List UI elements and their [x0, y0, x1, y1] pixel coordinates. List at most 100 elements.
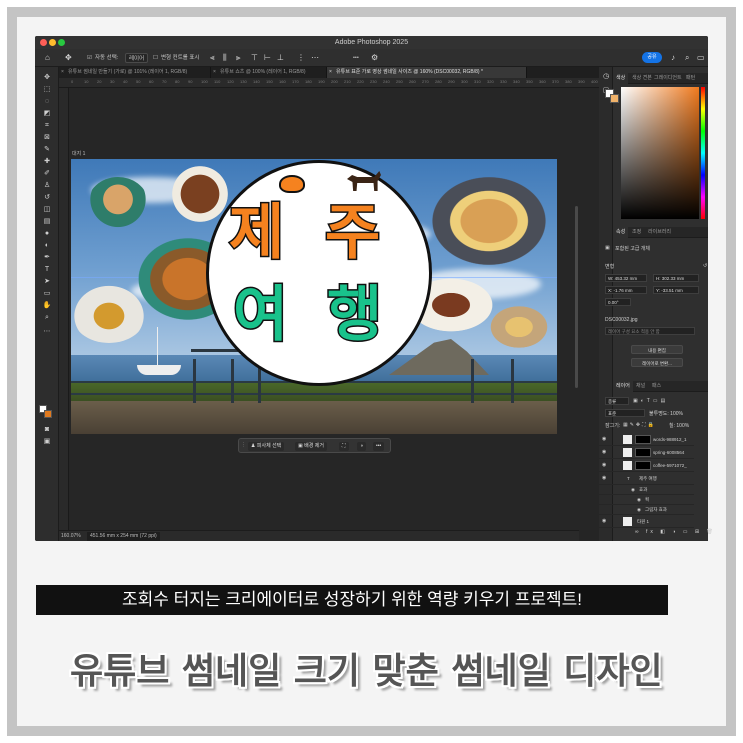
shape-tool-icon[interactable]: ▭	[41, 289, 53, 298]
settings-gear-icon[interactable]: ⚙	[371, 53, 378, 63]
tab-patterns[interactable]: 패턴	[683, 73, 698, 84]
tab-properties[interactable]: 속성	[613, 227, 629, 238]
transform-icon[interactable]: ⛶	[339, 442, 349, 451]
stroke-eye-icon[interactable]: ◉	[637, 495, 641, 505]
gradient-tool-icon[interactable]: ▤	[41, 217, 53, 226]
vertical-scrollbar[interactable]	[575, 206, 578, 388]
select-subject-button[interactable]: ♟ 피사체 선택	[248, 442, 285, 451]
history-brush-tool-icon[interactable]: ↺	[41, 193, 53, 202]
distribute-icon[interactable]: ⋮	[297, 53, 305, 63]
transform-controls-checkbox[interactable]: ☐	[153, 53, 158, 63]
visibility-eye-icon[interactable]: ◉	[602, 518, 608, 524]
tab-color[interactable]: 색상	[613, 73, 629, 84]
shadow-eye-icon[interactable]: ◉	[637, 505, 641, 515]
layer-filter-dropdown[interactable]: 종류	[605, 397, 629, 405]
lasso-tool-icon[interactable]: ◌	[41, 97, 53, 106]
y-field[interactable]: Y: -33.51 mm	[653, 286, 699, 294]
tab-channels[interactable]: 채널	[633, 381, 648, 392]
visibility-eye-icon[interactable]: ◉	[602, 436, 608, 442]
align-bottom-icon[interactable]: ⊥	[277, 53, 284, 63]
effect-row-shadow[interactable]: ◉ 그림자 효과	[599, 505, 694, 515]
move-tool-icon[interactable]: ✥	[65, 53, 72, 63]
x-field[interactable]: X: -1.76 mm	[605, 286, 647, 294]
align-right-icon[interactable]: ⫸	[236, 53, 241, 63]
eraser-tool-icon[interactable]: ◫	[41, 205, 53, 214]
reset-icon[interactable]: ↺	[703, 263, 707, 269]
layer-row[interactable]: ◉ spring-6008564	[599, 446, 694, 459]
history-icon[interactable]: ◷	[602, 73, 610, 81]
hue-slider[interactable]	[701, 87, 705, 219]
align-left-icon[interactable]: ⫷	[210, 53, 215, 63]
tab-gradients[interactable]: 그레이디언트	[651, 73, 685, 84]
layer-row[interactable]: ◉ T 제주 여행	[599, 472, 694, 485]
minimize-window-button[interactable]	[49, 39, 56, 46]
blur-tool-icon[interactable]: ●	[41, 229, 53, 238]
tab-libraries[interactable]: 라이브러리	[645, 227, 674, 238]
width-field[interactable]: W: 453.32 mm	[605, 274, 647, 282]
effects-eye-icon[interactable]: ◉	[631, 485, 635, 495]
distribute-h-icon[interactable]: ⋯	[311, 53, 319, 63]
close-tab-icon[interactable]: ×	[61, 67, 64, 78]
convert-to-layers-button[interactable]: 레이어로 변환...	[631, 358, 683, 367]
tab-paths[interactable]: 패스	[649, 381, 664, 392]
clone-stamp-tool-icon[interactable]: ♙	[41, 181, 53, 190]
more-options-button[interactable]: •••	[373, 442, 385, 451]
notification-bell-icon[interactable]: ♪	[671, 53, 675, 63]
effect-row-stroke[interactable]: ◉ 획	[599, 495, 694, 505]
color-panel-background[interactable]	[610, 94, 619, 103]
search-icon[interactable]: ⌕	[685, 53, 689, 63]
tab-layers[interactable]: 레이어	[613, 381, 633, 392]
quick-mask-icon[interactable]: ◙	[41, 425, 53, 434]
visibility-eye-icon[interactable]: ◉	[602, 449, 608, 455]
document-size[interactable]: 451.56 mm x 254 mm (72 ppi)	[87, 532, 160, 541]
brush-tool-icon[interactable]: ✐	[41, 169, 53, 178]
align-top-icon[interactable]: ⊤	[251, 53, 258, 63]
color-picker-field[interactable]	[621, 87, 699, 219]
marquee-tool-icon[interactable]: ⬚	[41, 85, 53, 94]
blend-mode-dropdown[interactable]: 표준	[605, 409, 645, 417]
height-field[interactable]: H: 302.33 mm	[653, 274, 699, 282]
tab-adjustments[interactable]: 조정	[629, 227, 644, 238]
layer-row[interactable]: ◉ 타원 1	[599, 515, 694, 528]
object-select-tool-icon[interactable]: ◩	[41, 109, 53, 118]
edit-contents-button[interactable]: 내용 편집	[631, 345, 683, 354]
workspace-icon[interactable]: ▭	[697, 53, 705, 63]
layer-mask-thumbnail[interactable]	[635, 435, 651, 444]
layer-row[interactable]: ◉ coffee-5971072_	[599, 459, 694, 472]
tab-thumbnail-horizontal[interactable]: × 유튜브 썸네일 만들기 (가로) @ 101% (레이어 1, RGB/8)	[59, 67, 211, 78]
tab-shorts[interactable]: × 유튜브 쇼츠 @ 100% (레이어 1, RGB/8)	[211, 67, 327, 78]
move-tool-icon[interactable]: ✥	[41, 73, 53, 82]
remove-background-button[interactable]: ▣ 배경 제거	[295, 442, 327, 451]
close-tab-icon[interactable]: ×	[329, 67, 332, 78]
layer-effects-row[interactable]: ◉ 효과	[599, 485, 694, 495]
more-options-button[interactable]: •••	[353, 53, 359, 63]
zoom-window-button[interactable]	[58, 39, 65, 46]
layer-comp-dropdown[interactable]: 레이어 구성 요소 적용 안 함	[605, 327, 695, 335]
lock-icons[interactable]: ▦✎✥⛶🔒	[623, 422, 656, 428]
layer-action-icons[interactable]: ∞ fx ◧ ◑ ▭ ⊞ 🗑	[635, 529, 716, 535]
pen-tool-icon[interactable]: ✒	[41, 253, 53, 262]
zoom-level[interactable]: 160.07%	[59, 531, 81, 542]
frame-tool-icon[interactable]: ⊠	[41, 133, 53, 142]
align-middle-icon[interactable]: ⊢	[264, 53, 271, 63]
visibility-eye-icon[interactable]: ◉	[602, 462, 608, 468]
screen-mode-icon[interactable]: ▣	[41, 437, 53, 446]
adjust-icon[interactable]: ◑	[357, 442, 367, 451]
type-tool-icon[interactable]: T	[41, 265, 53, 274]
layer-mask-thumbnail[interactable]	[635, 461, 651, 470]
hand-tool-icon[interactable]: ✋	[41, 301, 53, 310]
filter-icons[interactable]: ▣◐T▭▤	[633, 398, 668, 404]
dodge-tool-icon[interactable]: ◐	[41, 241, 53, 250]
visibility-eye-icon[interactable]: ◉	[602, 475, 608, 481]
zoom-tool-icon[interactable]: ⌕	[41, 313, 53, 322]
layer-row[interactable]: ◉ words-988912_1	[599, 433, 694, 446]
align-center-icon[interactable]: ⫼	[223, 53, 227, 63]
more-tools-icon[interactable]: ⋯	[41, 327, 53, 336]
angle-field[interactable]: 0.00°	[605, 298, 631, 306]
auto-select-dropdown[interactable]: 레이어	[125, 53, 149, 63]
close-tab-icon[interactable]: ×	[213, 67, 216, 78]
path-select-tool-icon[interactable]: ➤	[41, 277, 53, 286]
tab-standard-thumbnail[interactable]: × 유튜브 표준 가로 영상 썸네일 사이즈 @ 160% (DSC00032,…	[327, 67, 527, 78]
home-icon[interactable]: ⌂	[45, 53, 50, 63]
close-window-button[interactable]	[40, 39, 47, 46]
